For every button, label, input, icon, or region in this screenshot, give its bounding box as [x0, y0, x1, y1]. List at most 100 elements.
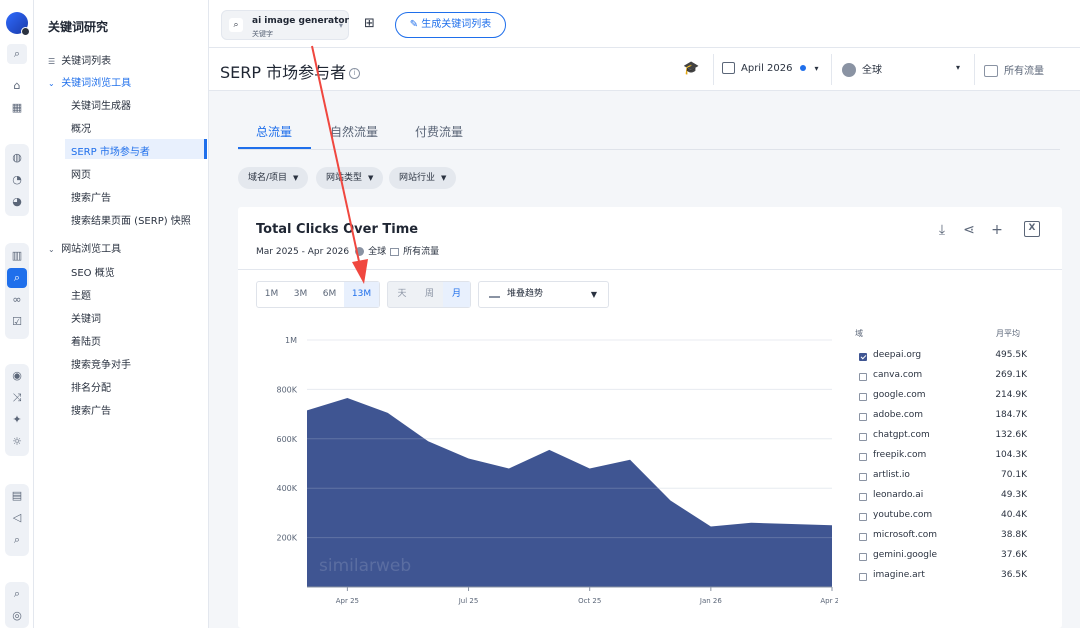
legend-domain: adobe.com	[873, 410, 924, 420]
link-icon[interactable]: ∞	[7, 290, 27, 310]
nav-item-overview[interactable]: 概况	[71, 120, 91, 135]
legend-item[interactable]: adobe.com 184.7K	[859, 410, 1039, 424]
nav-item-keywords[interactable]: 关键词	[71, 310, 101, 325]
palette-icon[interactable]: ◔	[7, 170, 27, 190]
add-icon[interactable]: +	[988, 221, 1006, 239]
filter-domain-project[interactable]: 域名/项目 ▼	[238, 167, 309, 189]
period-6m-button[interactable]: 6M	[315, 282, 344, 307]
clicks-over-time-card: Total Clicks Over Time Mar 2025 - Apr 20…	[238, 207, 1062, 628]
legend-checkbox[interactable]	[859, 393, 867, 401]
tab-total-traffic[interactable]: 总流量	[256, 123, 292, 140]
graduation-cap-icon[interactable]: 🎓	[683, 61, 699, 76]
search-doc-icon[interactable]: ⌕	[7, 530, 27, 550]
nav-item-seo-overview[interactable]: SEO 概览	[71, 264, 115, 279]
checklist-icon[interactable]: ☑	[7, 312, 27, 332]
nav-item-search-ads-2[interactable]: 搜索广告	[71, 402, 111, 417]
legend-item[interactable]: gemini.google 37.6K	[859, 550, 1039, 564]
legend-checkbox[interactable]	[859, 353, 867, 361]
legend-item[interactable]: chatgpt.com 132.6K	[859, 430, 1039, 444]
nav-item-keyword-list[interactable]: ☰ 关键词列表	[48, 52, 111, 67]
granularity-month-button[interactable]: 月	[443, 282, 470, 307]
pie-chart-icon[interactable]: ◕	[7, 192, 27, 212]
tab-organic-traffic[interactable]: 自然流量	[330, 123, 378, 140]
nav-item-serp-players[interactable]: SERP 市场参与者	[71, 143, 150, 158]
legend-item[interactable]: google.com 214.9K	[859, 390, 1039, 404]
legend-checkbox[interactable]	[859, 473, 867, 481]
period-selector: 1M 3M 6M 13M	[256, 281, 380, 308]
legend-value: 104.3K	[995, 450, 1027, 460]
legend-item[interactable]: canva.com 269.1K	[859, 370, 1039, 384]
chart-style-dropdown[interactable]: 堆叠趋势 ▼	[478, 281, 609, 308]
legend-checkbox[interactable]	[859, 493, 867, 501]
legend-item[interactable]: artlist.io 70.1K	[859, 470, 1039, 484]
zoom-icon[interactable]: ⌕	[7, 584, 27, 604]
traffic-selector[interactable]: 所有流量	[984, 62, 1044, 77]
dashboard-icon[interactable]: ▦	[7, 98, 27, 118]
legend-checkbox[interactable]	[859, 453, 867, 461]
legend-item[interactable]: deepai.org 495.5K	[859, 350, 1039, 364]
nav-item-search-competitors[interactable]: 搜索竞争对手	[71, 356, 131, 371]
share-icon[interactable]: ⋖	[960, 221, 978, 239]
nav-item-topics[interactable]: 主题	[71, 287, 91, 302]
granularity-week-button[interactable]: 周	[416, 282, 443, 307]
legend-checkbox[interactable]	[859, 573, 867, 581]
nav-item-website-explorer[interactable]: ⌄ 网站浏览工具	[48, 240, 121, 255]
country-selector[interactable]: 全球	[842, 61, 882, 77]
search-icon[interactable]: ⌕	[7, 44, 27, 64]
legend-checkbox[interactable]	[859, 373, 867, 381]
nav-item-search-ads[interactable]: 搜索广告	[71, 189, 111, 204]
lightbulb-icon[interactable]: ☼	[7, 432, 27, 452]
legend-domain: artlist.io	[873, 470, 910, 480]
list-icon: ☰	[48, 57, 56, 66]
card-divider	[238, 269, 1062, 270]
keyword-research-icon[interactable]: ⌕	[7, 268, 27, 288]
bar-chart-icon[interactable]: ▥	[7, 246, 27, 266]
nav-item-pages[interactable]: 网页	[71, 166, 91, 181]
period-13m-button[interactable]: 13M	[344, 282, 379, 307]
legend-item[interactable]: youtube.com 40.4K	[859, 510, 1039, 524]
download-icon[interactable]: ⤓	[933, 221, 951, 239]
nav-item-keyword-explorer[interactable]: ⌄ 关键词浏览工具	[48, 74, 131, 89]
nav-item-keyword-generator[interactable]: 关键词生成器	[71, 97, 131, 112]
date-selector[interactable]: April 2026 ▾	[722, 62, 819, 74]
legend-item[interactable]: freepik.com 104.3K	[859, 450, 1039, 464]
legend-checkbox[interactable]	[859, 513, 867, 521]
compare-icon[interactable]: ⊞	[364, 16, 382, 32]
chevron-down-icon[interactable]: ▾	[956, 63, 960, 72]
period-1m-button[interactable]: 1M	[257, 282, 286, 307]
chevron-down-icon[interactable]: ▾	[339, 21, 343, 30]
granularity-day-button[interactable]: 天	[388, 282, 416, 307]
legend-item[interactable]: microsoft.com 38.8K	[859, 530, 1039, 544]
chevron-down-icon: ⌄	[48, 79, 55, 88]
legend-checkbox[interactable]	[859, 433, 867, 441]
report-icon[interactable]: ▤	[7, 486, 27, 506]
filter-site-type[interactable]: 网站类型 ▼	[316, 167, 384, 189]
generate-keyword-list-button[interactable]: ✎ 生成关键词列表	[395, 12, 506, 38]
info-icon[interactable]: i	[349, 68, 361, 79]
nav-item-rank-distribution[interactable]: 排名分配	[71, 379, 111, 394]
nav-item-landing-pages[interactable]: 着陆页	[71, 333, 101, 348]
page-title: SERP 市场参与者 i	[220, 59, 361, 83]
shuffle-icon[interactable]: ⤨	[7, 388, 27, 408]
globe-icon[interactable]: ◍	[7, 148, 27, 168]
traffic-icon	[390, 247, 400, 256]
legend-item[interactable]: imagine.art 36.5K	[859, 570, 1039, 584]
legend-checkbox[interactable]	[859, 413, 867, 421]
excel-export-icon[interactable]: X	[1024, 221, 1040, 237]
legend-checkbox[interactable]	[859, 553, 867, 561]
tab-paid-traffic[interactable]: 付费流量	[415, 123, 463, 140]
period-3m-button[interactable]: 3M	[286, 282, 315, 307]
legend-checkbox[interactable]	[859, 533, 867, 541]
sparkle-icon[interactable]: ✦	[7, 410, 27, 430]
target-icon[interactable]: ◎	[7, 606, 27, 626]
nav-item-serp-snapshot[interactable]: 搜索结果页面 (SERP) 快照	[71, 212, 191, 227]
keyword-search-box[interactable]: ⌕ ai image generator 关键字 ▾	[221, 10, 349, 40]
clicks-area-chart: 200K 400K 600K 800K 1M similarweb Apr 25 Jul 25…	[276, 336, 838, 605]
icon-rail: ⌕ ⌂ ▦ ◍ ◔ ◕ ▥ ⌕ ∞ ☑ ◉ ⤨ ✦ ☼ ▤ ◁ ⌕ ⌕ ◎	[0, 0, 34, 628]
eye-icon[interactable]: ◉	[7, 366, 27, 386]
megaphone-icon[interactable]: ◁	[7, 508, 27, 528]
app-logo-icon[interactable]	[6, 12, 30, 36]
filter-site-industry[interactable]: 网站行业 ▼	[389, 167, 457, 189]
home-icon[interactable]: ⌂	[7, 76, 27, 96]
legend-item[interactable]: leonardo.ai 49.3K	[859, 490, 1039, 504]
